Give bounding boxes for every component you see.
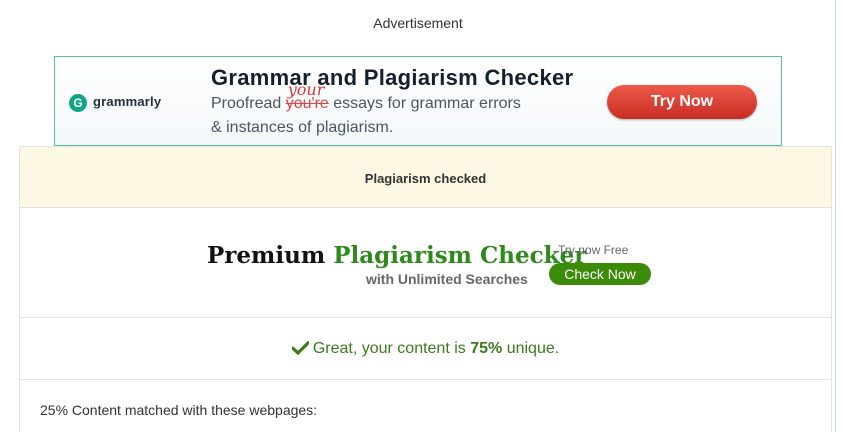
- uniqueness-suffix: unique.: [502, 340, 560, 357]
- uniqueness-message: Great, your content is 75% unique.: [20, 340, 831, 360]
- ad-struck-word: your you're: [286, 80, 329, 112]
- ad-title: Grammar and Plagiarism Checker: [211, 65, 574, 90]
- uniqueness-prefix: Great, your content is: [312, 340, 471, 357]
- premium-title-dark: Premium: [207, 242, 334, 269]
- checkmark-icon: [290, 340, 311, 360]
- check-now-button[interactable]: Check Now: [549, 263, 651, 285]
- premium-title: Premium Plagiarism Checker: [207, 242, 586, 269]
- ad-correction-word: your: [287, 80, 325, 99]
- result-header: Plagiarism checked: [19, 146, 832, 208]
- matched-webpages-label: 25% Content matched with these webpages:: [40, 402, 318, 418]
- premium-subtitle: with Unlimited Searches: [366, 271, 528, 287]
- advertisement-label: Advertisement: [373, 15, 463, 31]
- premium-promo: Premium Plagiarism Checker with Unlimite…: [19, 208, 832, 318]
- ad-description-line2: & instances of plagiarism.: [211, 119, 394, 136]
- matched-section: 25% Content matched with these webpages:: [19, 380, 832, 432]
- plagiarism-checked-heading: Plagiarism checked: [364, 171, 487, 186]
- try-now-free-label: Try now Free: [558, 243, 629, 257]
- ad-line1-suffix: essays for grammar errors: [328, 95, 521, 112]
- uniqueness-percent: 75%: [470, 340, 503, 357]
- ad-description-line1: Proofread your you're essays for grammar …: [211, 80, 521, 113]
- grammarly-ad-banner[interactable]: G grammarly Grammar and Plagiarism Check…: [54, 56, 782, 146]
- premium-title-green: Plagiarism Checker: [333, 242, 587, 269]
- try-now-button[interactable]: Try Now: [607, 85, 757, 119]
- ad-line1-prefix: Proofread: [211, 95, 286, 112]
- page-right-border: [835, 0, 836, 432]
- uniqueness-result: Great, your content is 75% unique.: [19, 318, 832, 380]
- grammarly-brand-name: grammarly: [93, 94, 162, 109]
- grammarly-logo-icon: G: [69, 94, 87, 112]
